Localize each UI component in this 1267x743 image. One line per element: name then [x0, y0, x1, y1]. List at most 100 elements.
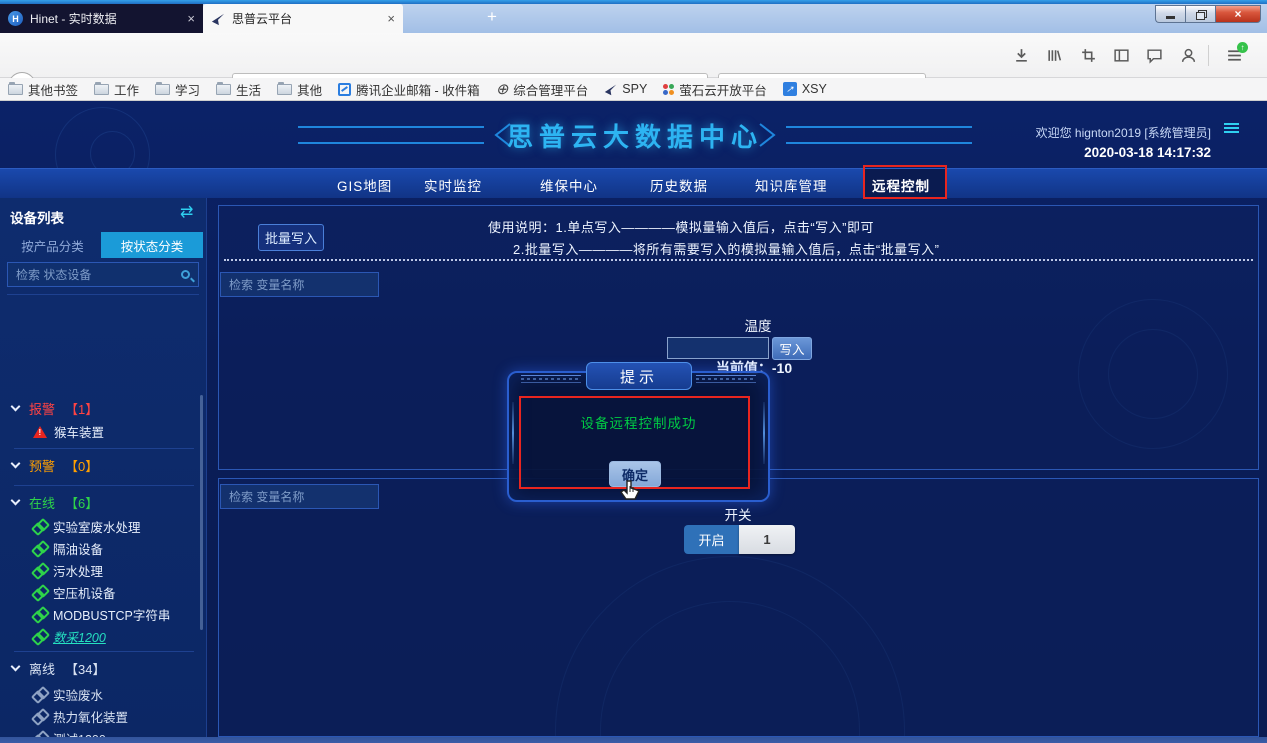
- batch-write-button[interactable]: 批量写入: [258, 224, 324, 251]
- sipu-favicon-icon: [211, 12, 225, 26]
- variable-search[interactable]: [220, 484, 379, 509]
- account-icon[interactable]: [1180, 47, 1197, 64]
- page-bottom-strip: [0, 737, 1267, 743]
- bookmark-mgmt[interactable]: ⊕综合管理平台: [496, 80, 589, 99]
- browser-tab-sipu[interactable]: 思普云平台 ×: [203, 4, 403, 33]
- dots-grid-icon: [663, 84, 674, 95]
- bookmark-folder[interactable]: 其他: [277, 80, 322, 99]
- tab-close-icon[interactable]: ×: [187, 11, 195, 26]
- device-list-sidebar: 设备列表 ⇄ 按产品分类 按状态分类 报警【1】 猴车装置 预警【0】: [0, 198, 207, 737]
- bookmark-exmail[interactable]: 腾讯企业邮箱 - 收件箱: [338, 80, 480, 99]
- downloads-icon[interactable]: [1013, 47, 1030, 64]
- toolbar-separator: [1208, 45, 1209, 66]
- device-item[interactable]: 测试1200: [33, 729, 106, 737]
- temperature-input[interactable]: [667, 337, 769, 359]
- bookmark-folder[interactable]: 工作: [94, 80, 139, 99]
- mail-icon: [338, 83, 351, 96]
- divider: [14, 651, 194, 652]
- device-item[interactable]: 实验废水: [33, 685, 103, 704]
- link-icon: [33, 564, 46, 577]
- dotted-divider: [224, 259, 1253, 261]
- device-item[interactable]: 热力氧化装置: [33, 707, 128, 726]
- bookmark-ezviz[interactable]: 萤石云开放平台: [663, 80, 767, 99]
- arrow-ne-icon: ↗: [783, 82, 797, 96]
- tab-title: Hinet - 实时数据: [30, 10, 117, 27]
- device-search[interactable]: [7, 262, 199, 287]
- new-tab-button[interactable]: +: [487, 7, 497, 27]
- chevron-down-icon: [11, 459, 21, 469]
- user-menu-icon[interactable]: [1224, 123, 1239, 136]
- link-icon: [33, 586, 46, 599]
- alert-dialog: 提示 设备远程控制成功 确定: [507, 362, 770, 502]
- variable-search[interactable]: [220, 272, 379, 297]
- tab-close-icon[interactable]: ×: [387, 11, 395, 26]
- divider: [14, 485, 194, 486]
- globe-icon: ⊕: [496, 83, 509, 96]
- folder-icon: [216, 84, 231, 95]
- plane-icon: [604, 83, 617, 96]
- bookmark-folder[interactable]: 生活: [216, 80, 261, 99]
- nav-knowledge-base[interactable]: 知识库管理: [755, 175, 828, 195]
- folder-icon: [155, 84, 170, 95]
- sidebar-toggle-icon[interactable]: [1113, 47, 1130, 64]
- screen: H Hinet - 实时数据 × 思普云平台 × + × ← → ↻ ⌂: [0, 0, 1267, 743]
- device-item[interactable]: 猴车装置: [33, 422, 104, 441]
- sidebar-scrollbar[interactable]: [200, 395, 203, 630]
- browser-tabstrip: H Hinet - 实时数据 × 思普云平台 × + ×: [0, 4, 1267, 33]
- dialog-deco: [521, 375, 581, 383]
- sidebar-title: 设备列表: [10, 207, 64, 227]
- nav-maintenance-center[interactable]: 维保中心: [540, 175, 598, 195]
- page-content: 思普云大数据中心 欢迎您 hignton2019 [系统管理员] 2020-03…: [0, 101, 1267, 737]
- chevron-down-icon: [11, 496, 21, 506]
- bookmark-xsy[interactable]: ↗XSY: [783, 82, 827, 96]
- divider: [14, 448, 194, 449]
- write-button[interactable]: 写入: [772, 337, 812, 360]
- folder-icon: [8, 84, 23, 95]
- device-item[interactable]: 空压机设备: [33, 583, 116, 602]
- alarm-icon: [33, 426, 47, 438]
- swap-icon[interactable]: ⇄: [180, 202, 193, 222]
- restore-button[interactable]: [1185, 5, 1215, 23]
- bookmark-folder[interactable]: 其他书签: [8, 80, 78, 99]
- group-warning[interactable]: 预警【0】: [12, 456, 98, 475]
- hinet-favicon-icon: H: [8, 11, 23, 26]
- link-icon: [33, 630, 46, 643]
- browser-tab-hinet[interactable]: H Hinet - 实时数据 ×: [0, 4, 203, 33]
- variable-search-input[interactable]: [229, 490, 359, 504]
- minimize-button[interactable]: [1155, 5, 1185, 23]
- device-item-selected[interactable]: 数采1200: [33, 627, 106, 646]
- device-item[interactable]: MODBUSTCP字符串: [33, 605, 170, 624]
- close-button[interactable]: ×: [1215, 5, 1261, 23]
- group-offline[interactable]: 离线【34】: [12, 659, 105, 678]
- switch-write-panel: 开关 开启 1: [218, 478, 1259, 737]
- screenshot-icon[interactable]: [1080, 47, 1097, 64]
- tab-by-product[interactable]: 按产品分类: [4, 232, 101, 258]
- device-item[interactable]: 隔油设备: [33, 539, 103, 558]
- nav-remote-control[interactable]: 远程控制: [872, 175, 930, 195]
- tab-by-status[interactable]: 按状态分类: [101, 232, 203, 258]
- chat-icon[interactable]: [1146, 47, 1163, 64]
- device-item[interactable]: 实验室废水处理: [33, 517, 141, 536]
- bookmark-folder[interactable]: 学习: [155, 80, 200, 99]
- tab-title: 思普云平台: [232, 10, 292, 27]
- browser-toolbar: ← → ↻ ⌂ iot.idosp.net/idosp/index.html? …: [0, 33, 1267, 78]
- welcome-text: 欢迎您 hignton2019 [系统管理员]: [1036, 124, 1211, 141]
- switch-on-button[interactable]: 开启: [684, 525, 739, 554]
- dialog-title: 提示: [586, 362, 692, 390]
- dialog-deco: [696, 375, 756, 383]
- variable-search-input[interactable]: [229, 278, 359, 292]
- group-online[interactable]: 在线【6】: [12, 493, 98, 512]
- broken-link-icon: [33, 710, 46, 723]
- nav-history-data[interactable]: 历史数据: [650, 175, 708, 195]
- chevron-down-icon: [11, 662, 21, 672]
- nav-realtime-monitor[interactable]: 实时监控: [424, 175, 482, 195]
- title-deco-right: [754, 121, 972, 149]
- nav-gis-map[interactable]: GIS地图: [337, 175, 392, 195]
- menu-hamburger-icon[interactable]: ↑: [1226, 47, 1244, 64]
- update-badge: ↑: [1237, 42, 1248, 53]
- device-item[interactable]: 污水处理: [33, 561, 103, 580]
- device-search-input[interactable]: [16, 268, 166, 282]
- group-alarm[interactable]: 报警【1】: [12, 399, 98, 418]
- bookmark-spy[interactable]: SPY: [604, 82, 647, 96]
- library-icon[interactable]: [1046, 47, 1063, 64]
